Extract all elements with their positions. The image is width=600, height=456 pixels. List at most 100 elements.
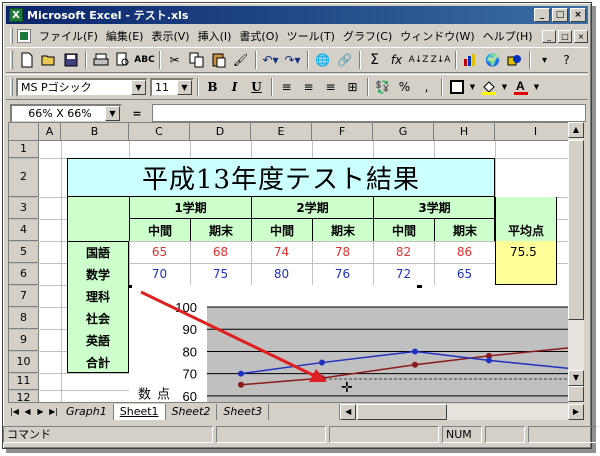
align-left-icon[interactable]: ≡ [276,77,297,97]
sugaku-t3-end[interactable]: 65 [434,263,495,285]
doc-minimize-button[interactable]: _ [542,29,556,43]
fill-color-icon[interactable] [478,77,499,97]
first-sheet-icon[interactable]: |◀ [8,404,21,420]
chevron-down-icon[interactable]: ▼ [532,77,541,97]
sort-ascending-icon[interactable]: A↓Z [408,50,429,70]
scroll-left-button[interactable]: ◀ [340,404,357,420]
cut-icon[interactable]: ✂ [164,50,185,70]
new-icon[interactable] [16,50,37,70]
paste-icon[interactable] [208,50,229,70]
format-painter-icon[interactable]: 🖌 [230,50,251,70]
doc-restore-button[interactable]: □ [558,29,572,43]
subject-total[interactable]: 合計 [67,351,129,373]
autosum-icon[interactable]: Σ [364,50,385,70]
row-header-7[interactable]: 7 [9,285,39,307]
bold-button[interactable]: B [202,77,223,97]
column-header-e[interactable]: E [251,123,312,141]
tab-sheet2[interactable]: Sheet2 [166,404,218,420]
kokugo-t1-end[interactable]: 68 [190,241,251,263]
worksheet-grid[interactable]: A B C D E F G H I 1 2 3 4 5 6 7 8 9 10 1… [8,122,576,403]
map-icon[interactable]: 🌍 [482,50,503,70]
horizontal-scrollbar[interactable]: ◀ ▶ [339,404,584,420]
formula-input[interactable] [152,104,586,122]
column-header-d[interactable]: D [190,123,251,141]
menu-chart[interactable]: グラフ(C) [339,28,396,44]
font-size-select[interactable]: 11 ▼ [150,77,194,97]
sort-descending-icon[interactable]: Z↓A [430,50,451,70]
italic-button[interactable]: I [224,77,245,97]
term1-end-header[interactable]: 期末 [190,219,251,241]
term1-mid-header[interactable]: 中間 [129,219,190,241]
kokugo-t3-mid[interactable]: 82 [373,241,434,263]
print-icon[interactable] [90,50,111,70]
toolbar-grip[interactable] [10,78,13,96]
column-header-i[interactable]: I [495,123,575,141]
doc-close-button[interactable]: × [574,29,588,43]
chevron-down-icon[interactable]: ▼ [131,79,146,95]
row-header-4[interactable]: 4 [9,219,39,241]
sugaku-t2-mid[interactable]: 80 [251,263,312,285]
undo-icon[interactable]: ↶▾ [260,50,281,70]
percent-button[interactable]: % [394,77,415,97]
kokugo-t2-mid[interactable]: 74 [251,241,312,263]
row-header-1[interactable]: 1 [9,141,39,158]
scroll-up-button[interactable]: ▲ [568,122,584,138]
menu-format[interactable]: 書式(O) [235,28,282,44]
line-chart[interactable]: 100 90 80 70 60 [129,285,576,403]
last-sheet-icon[interactable]: ▶| [47,404,60,420]
kokugo-average[interactable]: 75.5 [495,241,557,263]
underline-button[interactable]: U [246,77,267,97]
table-title[interactable]: 平成13年度テスト結果 [67,158,495,197]
sugaku-t2-end[interactable]: 76 [312,263,373,285]
toolbar-grip[interactable] [10,28,13,44]
office-assistant-icon[interactable]: ? [556,50,577,70]
row-header-5[interactable]: 5 [9,241,39,263]
row-header-2[interactable]: 2 [9,158,39,197]
term3-end-header[interactable]: 期末 [434,219,495,241]
tab-sheet1[interactable]: Sheet1 [113,404,166,420]
prev-sheet-icon[interactable]: ◀ [21,404,34,420]
subject-rika[interactable]: 理科 [67,285,129,307]
comma-style-icon[interactable]: , [416,77,437,97]
term2-mid-header[interactable]: 中間 [251,219,312,241]
formula-equals[interactable]: = [122,107,152,120]
term1-header[interactable]: 1学期 [129,197,251,219]
kokugo-t3-end[interactable]: 86 [434,241,495,263]
minimize-button[interactable]: _ [534,8,550,22]
menu-file[interactable]: ファイル(F) [35,28,102,44]
name-box[interactable]: 66% X 66% ▼ [10,103,122,123]
function-icon[interactable]: fx [386,50,407,70]
hyperlink-icon[interactable]: 🌐 [312,50,333,70]
copy-icon[interactable] [186,50,207,70]
scroll-thumb[interactable] [568,140,584,320]
subject-shakai[interactable]: 社会 [67,307,129,329]
menu-help[interactable]: ヘルプ(H) [479,28,537,44]
web-toolbar-icon[interactable]: 🔗 [334,50,355,70]
next-sheet-icon[interactable]: ▶ [34,404,47,420]
term3-header[interactable]: 3学期 [373,197,495,219]
maximize-button[interactable]: □ [552,8,568,22]
row-header-12[interactable]: 12 [9,390,39,402]
merge-center-icon[interactable]: ⊞ [342,77,363,97]
term3-mid-header[interactable]: 中間 [373,219,434,241]
column-header-c[interactable]: C [129,123,190,141]
column-header-b[interactable]: B [61,123,129,141]
menu-edit[interactable]: 編集(E) [102,28,148,44]
column-header-h[interactable]: H [434,123,495,141]
kokugo-t2-end[interactable]: 78 [312,241,373,263]
kokugo-t1-mid[interactable]: 65 [129,241,190,263]
row-header-8[interactable]: 8 [9,307,39,329]
sugaku-t1-mid[interactable]: 70 [129,263,190,285]
title-bar[interactable]: X Microsoft Excel - テスト.xls _ □ × [6,6,588,24]
row-header-9[interactable]: 9 [9,329,39,351]
chevron-down-icon[interactable]: ▼ [468,77,477,97]
font-name-select[interactable]: MS Pゴシック ▼ [16,77,148,97]
column-header-a[interactable]: A [39,123,61,141]
embedded-chart[interactable]: 100 90 80 70 60 点数 [129,285,576,403]
row-header-11[interactable]: 11 [9,373,39,390]
zoom-icon[interactable]: ▾ [534,50,555,70]
vertical-scrollbar[interactable]: ▲ ▼ [568,122,584,403]
subject-kokugo[interactable]: 国語 [67,241,129,263]
align-center-icon[interactable]: ≡ [298,77,319,97]
split-box[interactable] [568,386,584,402]
